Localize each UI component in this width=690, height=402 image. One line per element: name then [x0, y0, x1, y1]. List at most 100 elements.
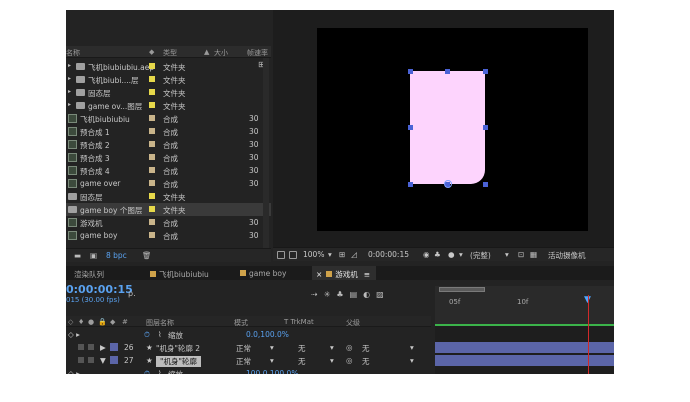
- tab-3[interactable]: × 游戏机 ≡: [312, 266, 377, 280]
- frame-blend-icon[interactable]: ▤: [350, 290, 364, 299]
- current-time-indicator[interactable]: [588, 295, 589, 374]
- layer-label-swatch[interactable]: [110, 356, 118, 364]
- project-item[interactable]: 预合成 4 合成 30: [66, 164, 271, 177]
- property-value[interactable]: 100.0,100.0%: [246, 369, 298, 374]
- comp-mini-flowchart-icon[interactable]: ⇢: [311, 290, 324, 299]
- parent-select[interactable]: 无: [362, 356, 370, 367]
- new-comp-icon[interactable]: ▣: [90, 251, 97, 260]
- label-swatch[interactable]: [149, 76, 155, 82]
- label-swatch[interactable]: [149, 89, 155, 95]
- label-swatch[interactable]: [149, 154, 155, 160]
- label-icon[interactable]: ◆: [110, 318, 115, 326]
- quality-chevron-icon[interactable]: ▾: [505, 250, 509, 259]
- trkmat-select[interactable]: 无: [298, 356, 306, 367]
- guides-icon[interactable]: ⊞: [339, 250, 345, 259]
- label-swatch[interactable]: [149, 63, 155, 69]
- viewer-timecode[interactable]: 0:00:00:15: [368, 250, 409, 259]
- show-snapshot-icon[interactable]: ♣: [434, 250, 441, 259]
- snapshot-icon[interactable]: ◉: [423, 250, 430, 259]
- lock-toggle[interactable]: [88, 344, 94, 350]
- project-item[interactable]: 预合成 3 合成 30: [66, 151, 271, 164]
- mask-icon[interactable]: ◿: [351, 250, 357, 259]
- header-parent[interactable]: 父级: [346, 318, 360, 328]
- color-channel-icon[interactable]: ●: [448, 250, 455, 259]
- header-layer-name[interactable]: 图层名称: [146, 318, 174, 328]
- tab-close-icon[interactable]: ×: [316, 270, 322, 279]
- header-fps[interactable]: 帧速率: [247, 48, 268, 58]
- transform-handle[interactable]: [407, 68, 413, 74]
- audio-icon[interactable]: ♦: [78, 318, 84, 326]
- graph-editor-icon[interactable]: ▨: [376, 290, 390, 299]
- label-column-icon[interactable]: ◆: [149, 48, 154, 56]
- header-size[interactable]: 大小: [214, 48, 228, 58]
- label-swatch[interactable]: [149, 206, 155, 212]
- label-swatch[interactable]: [149, 232, 155, 238]
- visibility-icon[interactable]: ◇: [68, 318, 73, 326]
- header-type[interactable]: 类型: [163, 48, 177, 58]
- layer-expand-icon[interactable]: ▼: [100, 356, 106, 365]
- zoom-chevron-icon[interactable]: ▾: [328, 250, 332, 259]
- region-icon[interactable]: [277, 251, 285, 259]
- mode-chevron-icon[interactable]: ▾: [270, 356, 274, 365]
- transform-handle[interactable]: [482, 125, 488, 130]
- label-swatch[interactable]: [149, 193, 155, 199]
- tab-2[interactable]: game boy: [236, 266, 292, 280]
- project-item[interactable]: ▸ 飞机biubi....层 文件夹: [66, 73, 271, 86]
- layer-expand-icon[interactable]: ▶: [100, 343, 106, 352]
- label-swatch[interactable]: [149, 180, 155, 186]
- project-item[interactable]: ▸ game ov...图层 文件夹: [66, 99, 271, 112]
- expand-arrow-icon[interactable]: ▸: [68, 101, 71, 108]
- trkmat-select[interactable]: 无: [298, 343, 306, 354]
- label-swatch[interactable]: [149, 128, 155, 134]
- camera-select[interactable]: 活动摄像机: [548, 250, 586, 261]
- parent-select[interactable]: 无: [362, 343, 370, 354]
- lock-toggle[interactable]: [88, 357, 94, 363]
- parent-chevron-icon[interactable]: ▾: [410, 343, 414, 352]
- header-mode[interactable]: 模式: [234, 318, 248, 328]
- grid-icon[interactable]: [289, 251, 297, 259]
- label-swatch[interactable]: [149, 115, 155, 121]
- property-row[interactable]: ◇ ▸ ⏱ ⌇ 缩放 100.0,100.0%: [66, 367, 431, 374]
- lock-icon[interactable]: 🔒: [98, 318, 107, 326]
- tab-0[interactable]: 渲染队列: [70, 266, 110, 280]
- selected-shape-layer[interactable]: [410, 71, 485, 184]
- trkmat-chevron-icon[interactable]: ▾: [330, 356, 334, 365]
- tab-menu-icon[interactable]: ≡: [364, 270, 370, 279]
- bit-depth-label[interactable]: 8 bpc: [106, 251, 127, 260]
- stopwatch-icon[interactable]: ⏱: [144, 369, 150, 374]
- label-swatch[interactable]: [149, 219, 155, 225]
- time-navigator[interactable]: [439, 287, 485, 292]
- quality-select[interactable]: (完整): [470, 250, 491, 261]
- solo-toggle[interactable]: [78, 357, 84, 363]
- transform-handle[interactable]: [445, 68, 450, 74]
- keyframe-nav-icon[interactable]: ◇ ▸: [68, 330, 80, 339]
- transform-handle[interactable]: [407, 181, 413, 187]
- property-row[interactable]: ◇ ▸ ⏱ ⌇ 缩放 0.0,100.0%: [66, 328, 431, 341]
- zoom-select[interactable]: 100%: [303, 250, 324, 259]
- graph-icon[interactable]: ⌇: [158, 369, 162, 374]
- label-swatch[interactable]: [149, 141, 155, 147]
- layer-name[interactable]: "机身"轮廓 2: [156, 343, 200, 354]
- motion-blur-icon[interactable]: ◐: [363, 290, 376, 299]
- layer-label-swatch[interactable]: [110, 343, 118, 351]
- transform-handle[interactable]: [407, 125, 413, 130]
- layer-row[interactable]: ▶ 26 ★ "机身"轮廓 2 正常 ▾ 无 ▾ ◎ 无 ▾: [66, 341, 431, 354]
- header-name[interactable]: 名称: [66, 48, 80, 58]
- layer-search-icon[interactable]: ρ.: [128, 289, 136, 298]
- layer-name[interactable]: "机身"轮廓: [156, 356, 201, 367]
- parent-chevron-icon[interactable]: ▾: [410, 356, 414, 365]
- project-scrollbar[interactable]: [263, 58, 269, 248]
- project-item[interactable]: game over 合成 30: [66, 177, 271, 190]
- solo-toggle[interactable]: [78, 344, 84, 350]
- project-item[interactable]: game boy 个图层 文件夹: [66, 203, 271, 216]
- project-item[interactable]: ▸ 固态层 文件夹: [66, 86, 271, 99]
- timeline-timecode[interactable]: 0:00:00:15: [66, 283, 133, 296]
- expand-arrow-icon[interactable]: ▸: [68, 88, 71, 95]
- solo-icon[interactable]: ●: [88, 318, 94, 326]
- mode-select[interactable]: 正常: [236, 356, 251, 367]
- label-swatch[interactable]: [149, 167, 155, 173]
- anchor-point-icon[interactable]: [443, 180, 452, 188]
- transform-handle[interactable]: [482, 68, 488, 74]
- project-item[interactable]: 游戏机 合成 30: [66, 216, 271, 229]
- project-item[interactable]: 固态层 文件夹: [66, 190, 271, 203]
